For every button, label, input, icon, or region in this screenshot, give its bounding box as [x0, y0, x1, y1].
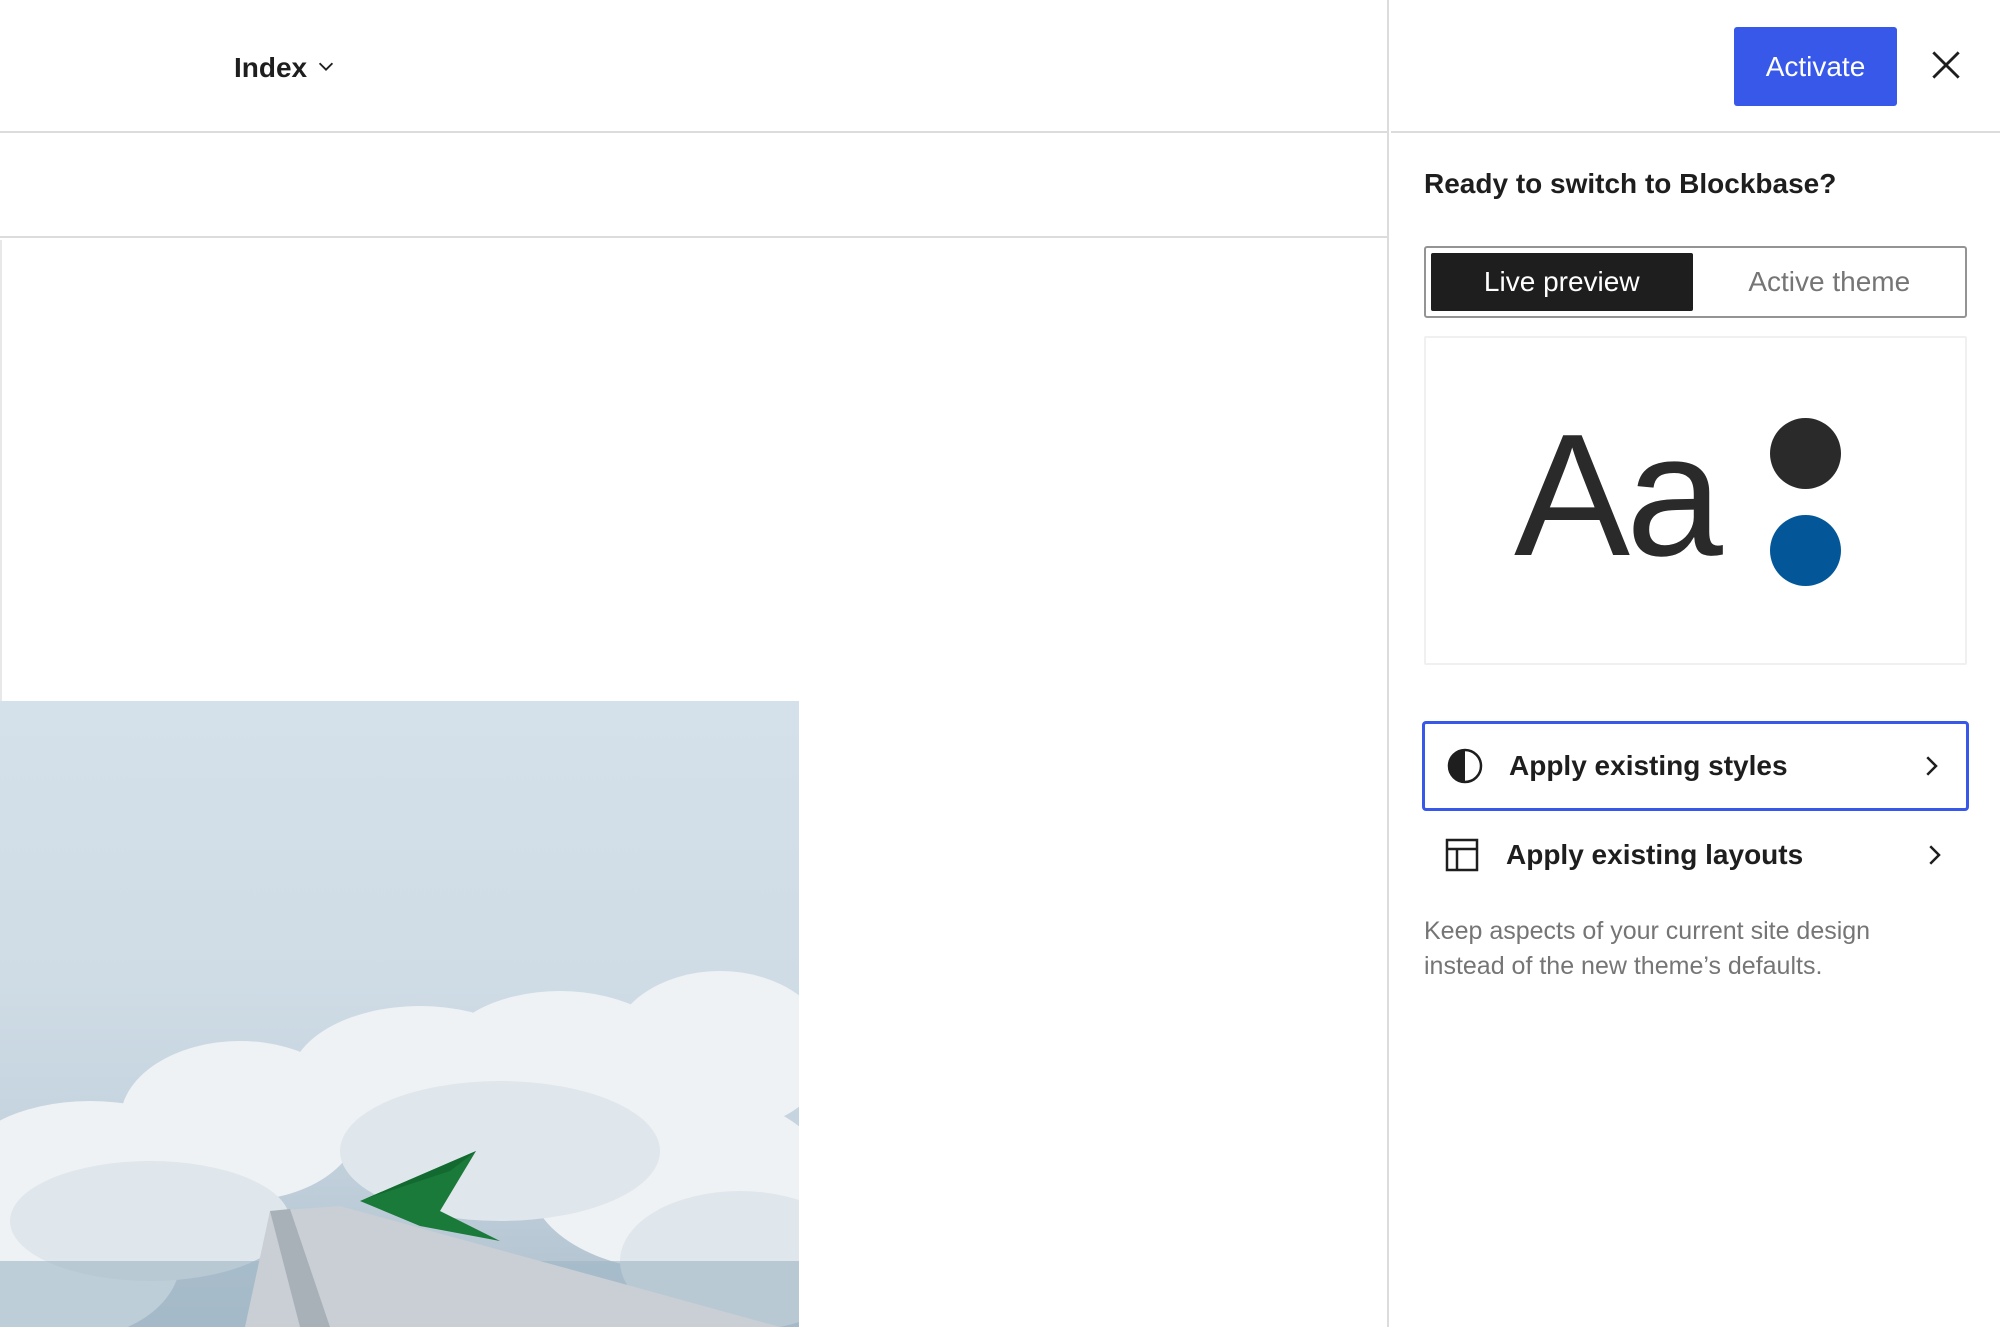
sidebar-header: Activate [1391, 0, 2000, 133]
preview-toggle-group: Live preview Active theme [1424, 246, 1967, 318]
apply-existing-styles-button[interactable]: Apply existing styles [1422, 721, 1969, 811]
style-preview-card: Aa [1424, 336, 1967, 665]
help-text: Keep aspects of your current site design… [1424, 917, 1871, 980]
close-icon [1927, 46, 1965, 89]
apply-existing-layouts-button[interactable]: Apply existing layouts [1422, 810, 1969, 900]
hero-image-airplane-wing [0, 701, 799, 1327]
typography-sample: Aa [1514, 397, 1723, 592]
close-button[interactable] [1919, 40, 1973, 94]
layout-icon [1442, 835, 1482, 875]
template-switcher[interactable]: Index [234, 44, 337, 92]
toggle-active-theme[interactable]: Active theme [1699, 253, 1961, 311]
color-swatch-primary [1770, 418, 1841, 489]
editor-area: Index [0, 0, 1389, 1327]
toggle-live-preview[interactable]: Live preview [1431, 253, 1693, 311]
activate-button[interactable]: Activate [1734, 27, 1897, 106]
apply-existing-styles-label: Apply existing styles [1509, 750, 1788, 781]
editor-top-bar: Index [0, 0, 1389, 133]
panel-title: Ready to switch to Blockbase? [1424, 168, 1837, 199]
chevron-down-icon [315, 52, 337, 84]
template-label: Index [234, 52, 308, 83]
editor-toolbar-row [0, 135, 1389, 238]
app-root: Index Activate Ready to switch to Blockb… [0, 0, 2000, 1327]
color-swatch-secondary [1770, 515, 1841, 586]
theme-preview-sidebar: Activate Ready to switch to Blockbase? L… [1391, 0, 2000, 1327]
chevron-right-icon [1916, 751, 1946, 781]
contrast-half-circle-icon [1445, 746, 1485, 786]
chevron-right-icon [1919, 840, 1949, 870]
apply-existing-layouts-label: Apply existing layouts [1506, 839, 1804, 870]
